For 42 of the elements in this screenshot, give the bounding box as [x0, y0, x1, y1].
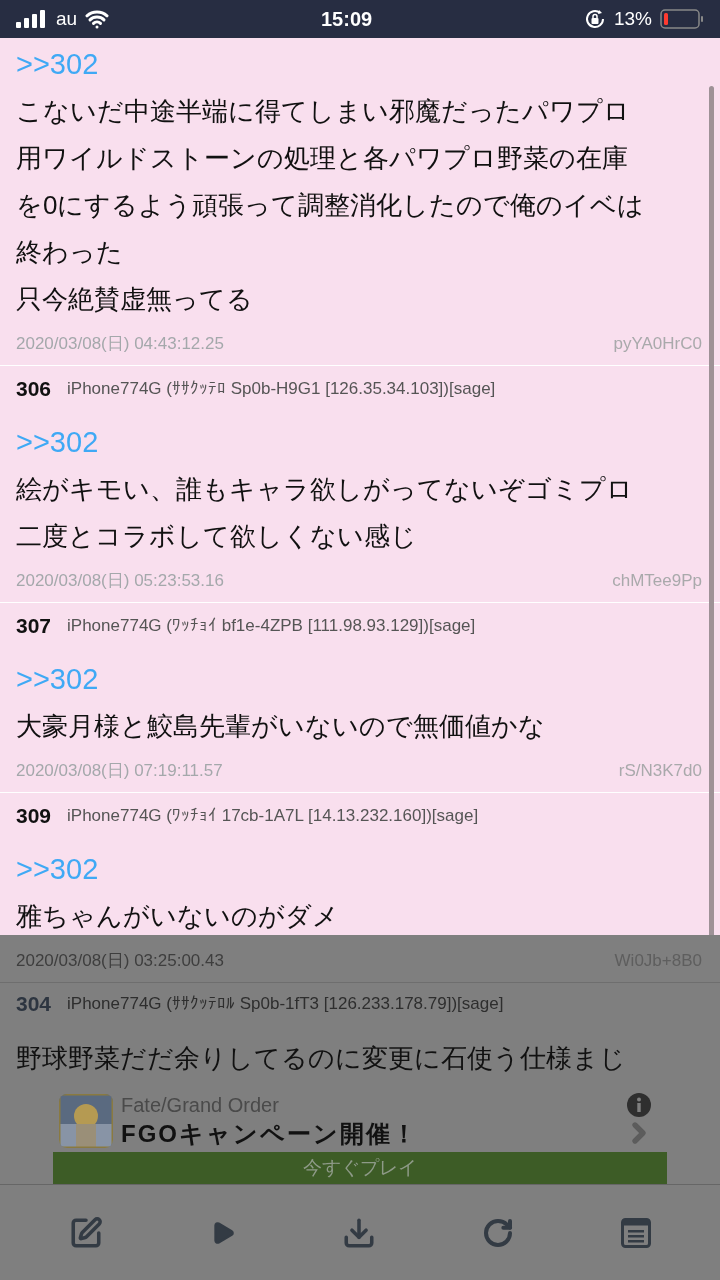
post-id: pyYA0HrC0	[613, 333, 702, 356]
post-number: 306	[16, 376, 52, 403]
rotation-lock-icon	[583, 8, 606, 30]
post-line: 終わった	[16, 236, 123, 269]
reply-link[interactable]: >>302	[16, 853, 99, 885]
play-now-button[interactable]: 今すぐプレイ	[53, 1152, 667, 1184]
post-date: 2020/03/08(日) 05:23:53.16	[16, 570, 224, 593]
reply-link[interactable]: >>302	[16, 426, 99, 458]
post-number: 309	[16, 803, 52, 830]
info-icon[interactable]	[627, 1093, 651, 1117]
signal-icon	[16, 10, 48, 28]
compose-icon[interactable]	[69, 1215, 104, 1250]
post-line: を0にするよう頑張って調整消化したので俺のイベは	[16, 189, 645, 222]
post-id: rS/N3K7d0	[618, 760, 702, 783]
clock: 15:09	[320, 7, 373, 32]
post-line: こないだ中途半端に得てしまい邪魔だったパワプロ	[16, 95, 630, 128]
poster-info: iPhone774G (ﾜｯﾁｮｲ bf1e-4ZPB [111.98.93.129])[sage]	[67, 615, 476, 638]
post-number: 304	[16, 991, 52, 1018]
post-date: 2020/03/08(日) 03:25:00.43	[16, 949, 224, 972]
refresh-icon[interactable]	[482, 1216, 515, 1249]
panel-icon[interactable]	[620, 1217, 651, 1248]
post-date: 2020/03/08(日) 04:43:12.25	[16, 333, 224, 356]
reply-link[interactable]: >>302	[16, 48, 99, 80]
post-line: 絵がキモい、誰もキャラ欲しがってないぞゴミプロ	[16, 473, 633, 506]
post-id: chMTee9Pp	[612, 570, 702, 593]
post-number: 307	[16, 613, 52, 640]
post-body: 野球野菜だだ余りしてるのに変更に石使う仕様まじ	[15, 1042, 627, 1075]
carrier-name: au	[56, 6, 78, 31]
post-line: 雅ちゃんがいないのがダメ	[16, 900, 339, 933]
post-line: 用ワイルドストーンの処理と各パワプロ野菜の在庫	[16, 142, 628, 175]
poster-info: iPhone774G (ﾜｯﾁｮｲ 17cb-1A7L [14.13.232.160])[sage]	[67, 805, 479, 828]
post-line: 大豪月様と鮫島先輩がいないので無価値かな	[16, 710, 545, 743]
poster-info: iPhone774G (ｻｻｸｯﾃﾛﾙ Sp0b-1fT3 [126.233.178.79])[sage]	[67, 993, 504, 1016]
scrollbar[interactable]	[709, 86, 714, 935]
battery-percent: 13%	[613, 6, 652, 31]
post-date: 2020/03/08(日) 07:19:11.57	[16, 760, 223, 783]
battery-icon	[660, 9, 704, 29]
ad-title: FGOキャンペーン開催！	[121, 1119, 419, 1149]
poster-info: iPhone774G (ｻｻｸｯﾃﾛ Sp0b-H9G1 [126.35.34.103])[sage]	[67, 378, 496, 401]
post-line: 只今絶賛虚無ってる	[16, 283, 253, 316]
reply-link[interactable]: >>302	[16, 663, 99, 695]
post-line: 二度とコラボして欲しくない感じ	[16, 520, 417, 553]
